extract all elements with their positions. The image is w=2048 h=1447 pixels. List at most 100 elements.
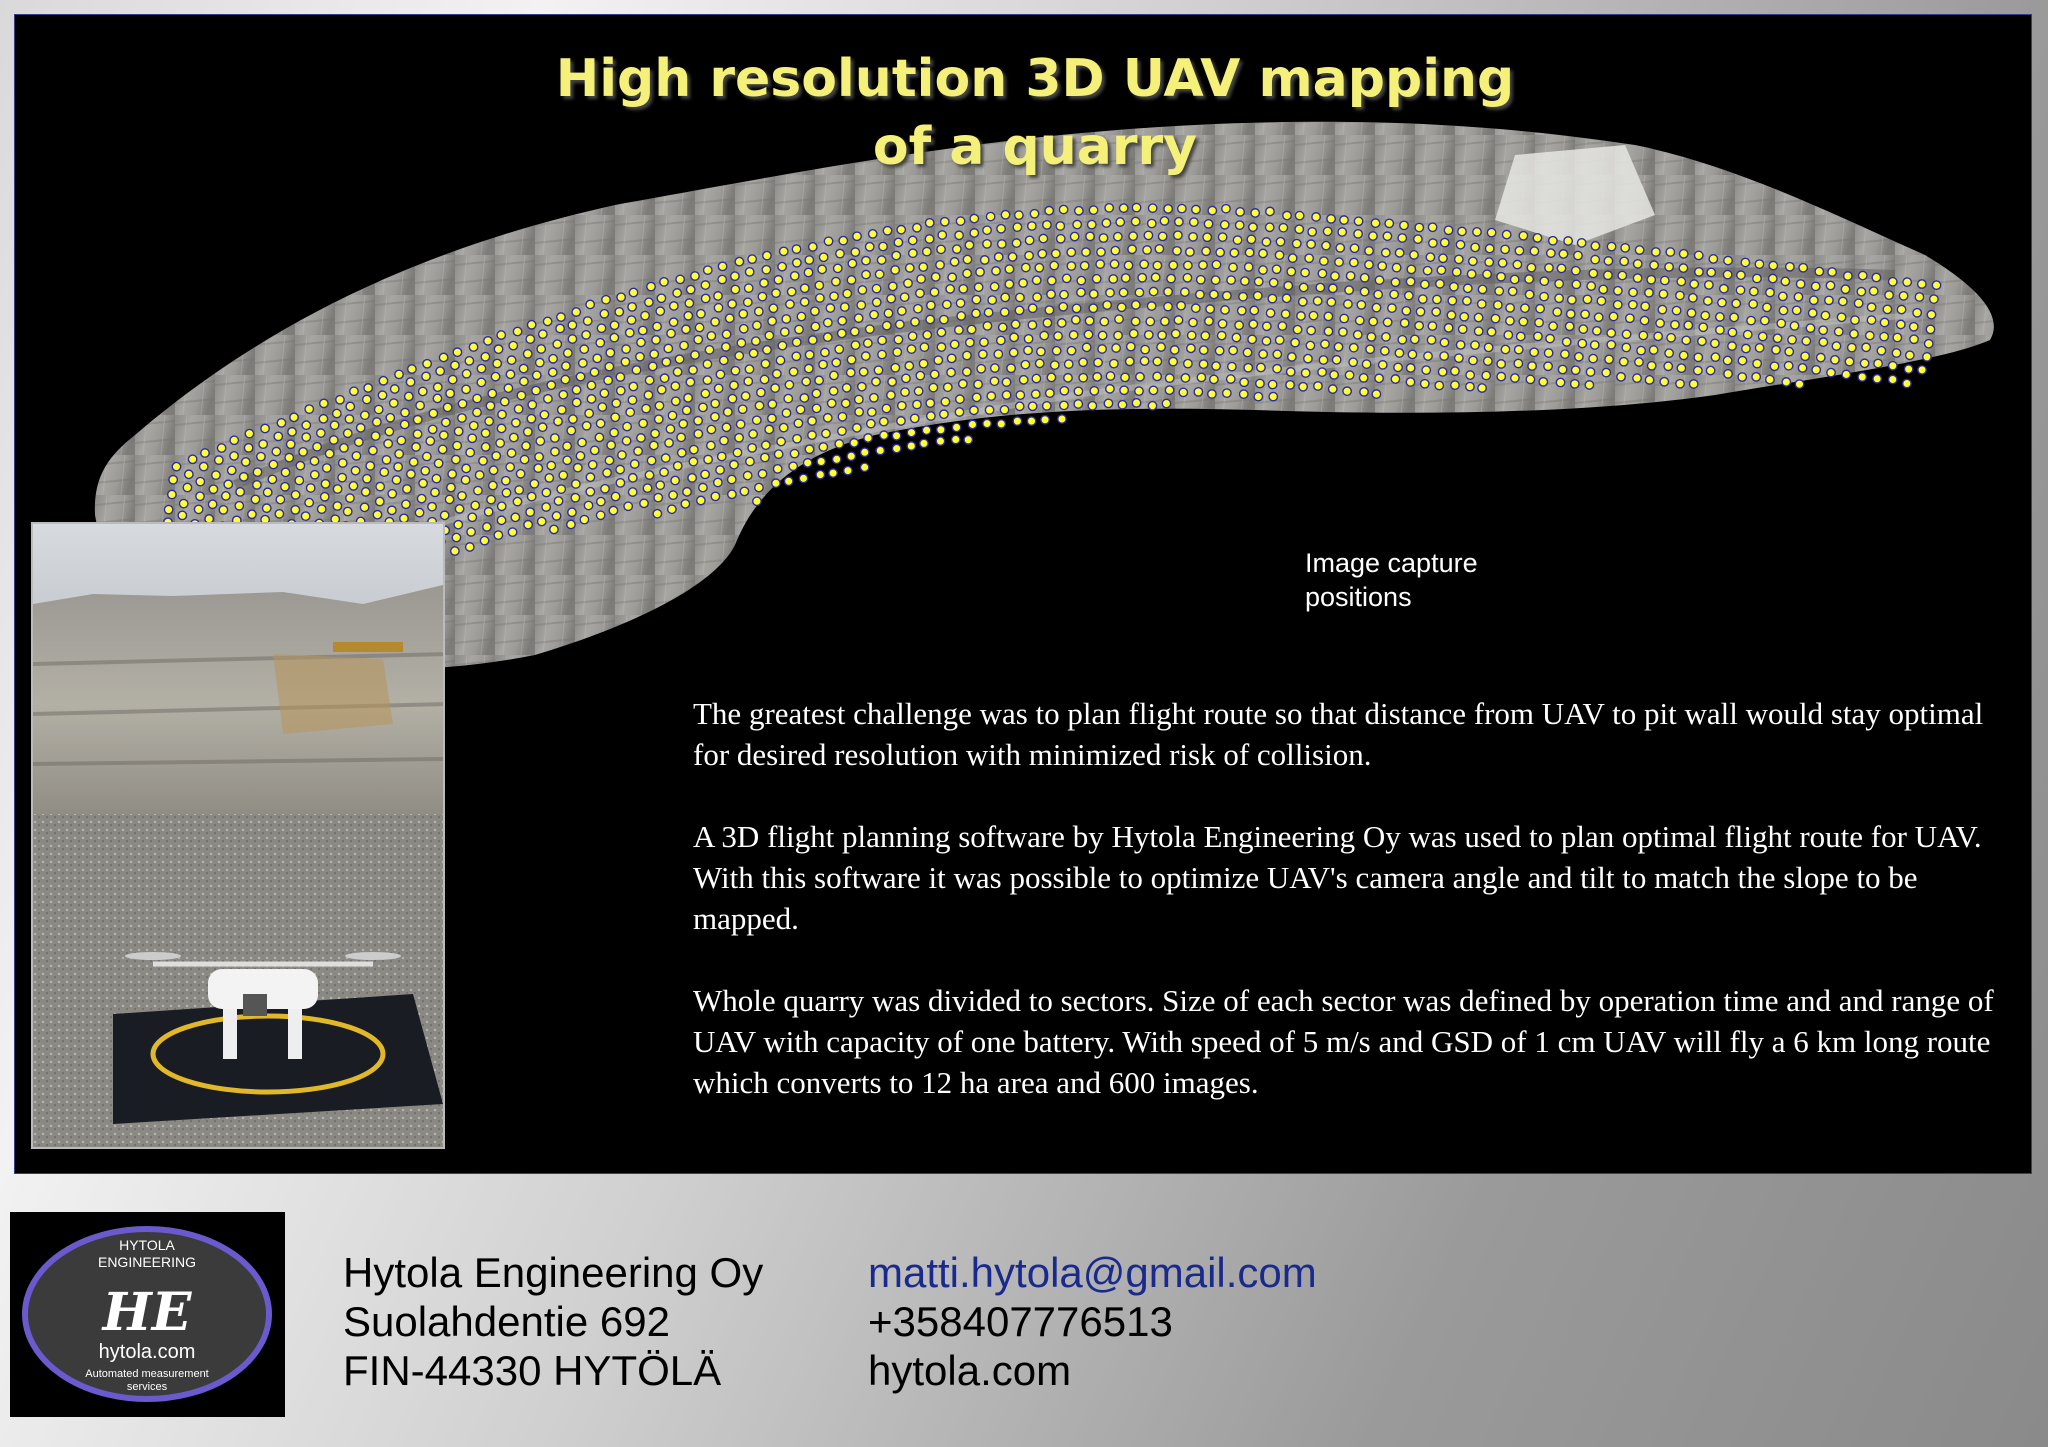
capture-position-marker [1665,247,1676,257]
capture-position-marker [309,456,320,466]
capture-position-marker [1470,242,1481,253]
capture-position-marker [1382,317,1393,328]
capture-position-marker [1190,303,1201,314]
capture-position-marker [600,483,610,494]
capture-position-marker [853,394,864,405]
capture-position-marker [566,519,576,530]
capture-position-marker [1514,245,1525,256]
capture-position-marker [483,506,494,517]
capture-position-marker [1170,328,1181,339]
capture-position-marker [693,334,704,345]
capture-position-marker [1088,303,1099,314]
capture-position-marker [910,317,920,327]
capture-position-marker [604,455,615,466]
capture-position-marker [1246,234,1257,245]
capture-position-marker [892,347,903,358]
capture-position-marker [791,257,802,268]
capture-position-marker [1198,359,1209,370]
capture-position-marker [954,230,964,241]
capture-position-marker [1529,347,1540,358]
capture-position-marker [461,463,472,474]
capture-position-marker [891,430,902,441]
capture-position-marker [1219,219,1230,230]
capture-position-marker [1146,218,1157,229]
capture-position-marker [1088,205,1099,216]
capture-position-marker [556,404,567,415]
capture-position-marker [1059,400,1069,411]
capture-position-marker [793,418,804,429]
capture-position-marker [916,274,927,284]
capture-position-marker [1099,316,1110,327]
capture-position-marker [562,455,573,466]
email-link[interactable]: matti.hytola@gmail.com [868,1248,1317,1297]
capture-position-marker [761,264,772,275]
capture-position-marker [1228,345,1239,356]
capture-position-marker [416,493,427,504]
capture-position-marker [1539,276,1550,287]
capture-position-marker [1477,383,1487,393]
capture-position-marker [1486,326,1497,337]
capture-position-marker [1904,350,1915,361]
capture-position-marker [1784,261,1795,272]
capture-position-marker [936,244,946,255]
capture-position-marker [1621,342,1632,353]
capture-position-marker [667,410,678,421]
capture-position-marker [1248,319,1259,330]
capture-position-marker [267,474,278,485]
capture-position-marker [864,324,875,334]
capture-position-marker [789,448,800,459]
capture-position-marker [919,438,929,449]
capture-position-marker [1836,312,1847,323]
capture-position-marker [814,293,825,303]
capture-position-marker [1191,204,1201,215]
capture-position-marker [890,362,901,373]
capture-position-marker [1085,231,1095,242]
capture-position-marker [792,433,802,444]
capture-position-marker [1182,358,1193,369]
capture-position-marker [918,358,929,369]
capture-position-marker [1771,344,1781,355]
capture-position-marker [1018,278,1029,288]
capture-position-marker [1253,276,1264,287]
capture-position-marker [1307,226,1318,237]
capture-position-marker [1118,203,1129,214]
capture-position-marker [1083,329,1094,340]
capture-position-marker [1810,281,1821,292]
capture-position-marker [1348,357,1359,368]
capture-position-marker [1304,253,1315,264]
capture-position-marker [753,306,764,317]
capture-position-marker [1249,305,1260,316]
capture-position-marker [670,381,681,391]
capture-position-marker [929,287,940,298]
capture-position-marker [596,323,607,334]
capture-position-marker [862,338,873,349]
capture-position-marker [1050,248,1061,259]
website-link[interactable]: hytola.com [868,1346,1317,1395]
capture-position-marker [649,349,660,360]
capture-position-marker [472,407,482,418]
capture-position-marker [1139,259,1150,270]
capture-position-marker [427,424,438,435]
capture-position-marker [207,499,218,510]
capture-position-marker [1500,244,1511,255]
capture-position-marker [716,451,727,462]
capture-position-marker [391,475,402,485]
capture-position-marker [393,462,404,472]
capture-position-marker [1371,389,1382,399]
capture-position-marker [652,321,662,332]
capture-position-marker [353,437,364,447]
capture-position-marker [1093,357,1103,368]
capture-position-marker [1650,247,1661,257]
capture-position-marker [608,505,619,516]
capture-position-marker [969,213,980,224]
capture-position-marker [721,341,731,352]
capture-position-marker [529,478,540,489]
capture-position-marker [1087,400,1098,411]
capture-position-marker [440,417,451,428]
capture-position-marker [1321,240,1331,251]
capture-position-marker [640,310,650,321]
capture-position-marker [1781,377,1792,387]
capture-position-marker [1748,286,1759,297]
capture-position-marker [1044,388,1055,399]
capture-position-marker [454,504,465,514]
